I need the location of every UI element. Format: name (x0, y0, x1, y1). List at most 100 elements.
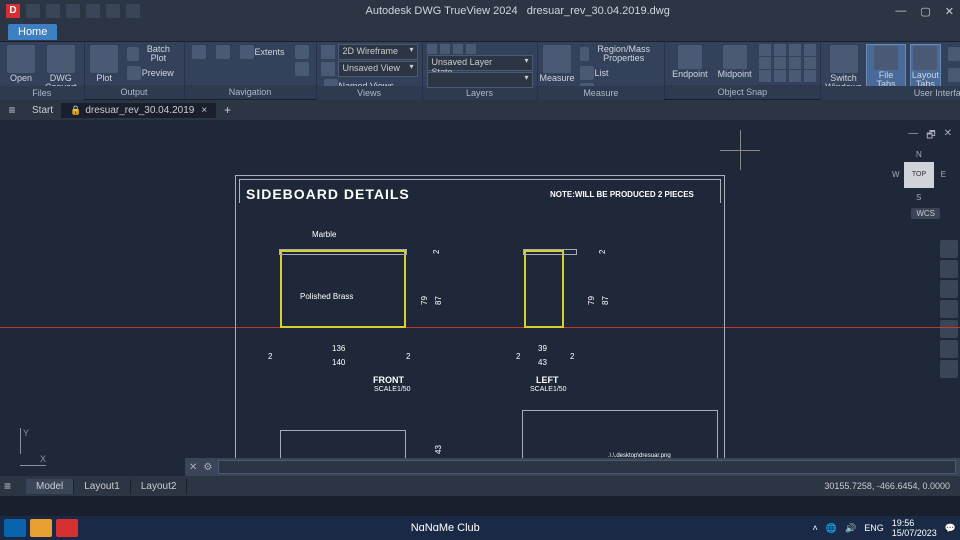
nav-tool-icon[interactable] (940, 320, 958, 338)
osnap-icon[interactable] (774, 44, 786, 56)
extents-icon (240, 45, 254, 59)
tile-h-button[interactable]: Tile Horizontally (945, 44, 960, 64)
layout-tabs-toggle[interactable]: Layout Tabs (910, 44, 942, 91)
tray-network-icon[interactable]: 🌐 (826, 523, 837, 534)
tray-clock[interactable]: 19:5615/07/2023 (892, 518, 937, 538)
qat-icon[interactable] (86, 4, 100, 18)
extents-button[interactable]: Extents (237, 44, 288, 60)
close-button[interactable]: ✕ (945, 5, 954, 18)
osnap-icon[interactable] (759, 57, 771, 69)
layout-menu-icon[interactable]: ≡ (4, 479, 20, 493)
crosshair-cursor (720, 130, 760, 170)
nav-tool-icon[interactable] (940, 360, 958, 378)
app-task-icon[interactable] (56, 519, 78, 537)
nav-small-1[interactable] (292, 44, 312, 60)
tab-layout1[interactable]: Layout1 (74, 479, 131, 494)
start-button[interactable] (4, 519, 26, 537)
ucs-icon: Y X (20, 428, 46, 466)
lock-icon: 🔒 (70, 105, 81, 116)
dim-79: 79 (587, 296, 596, 305)
saved-view-dropdown[interactable]: Unsaved View (338, 61, 418, 77)
tab-model[interactable]: Model (26, 479, 74, 494)
endpoint-button[interactable]: Endpoint (669, 44, 711, 80)
region-mass-button[interactable]: Region/Mass Properties (577, 44, 661, 64)
tray-notifications-icon[interactable]: 💬 (945, 523, 956, 534)
cmd-close-icon[interactable]: ✕ (189, 462, 197, 473)
tab-document[interactable]: 🔒dresuar_rev_30.04.2019× (62, 103, 216, 118)
preview-button[interactable]: Preview (124, 65, 180, 81)
tab-layout2[interactable]: Layout2 (131, 479, 188, 494)
orbit-icon (216, 45, 230, 59)
qat-icon[interactable] (46, 4, 60, 18)
view-style-dropdown[interactable]: 2D Wireframe (338, 44, 418, 60)
tileh-icon (948, 47, 960, 61)
tile-v-button[interactable]: Tile Vertically (945, 65, 960, 85)
osnap-icon[interactable] (789, 57, 801, 69)
command-line[interactable]: ✕ ⚙ (185, 458, 960, 476)
maximize-button[interactable]: ▢ (920, 5, 930, 18)
midpoint-button[interactable]: Midpoint (715, 44, 755, 80)
tray-volume-icon[interactable]: 🔊 (845, 523, 856, 534)
tray-chevron-icon[interactable]: ˄ (813, 523, 818, 533)
qat-icon[interactable] (106, 4, 120, 18)
open-button[interactable]: Open (4, 44, 38, 84)
nav-pan-icon[interactable] (940, 260, 958, 278)
nav-icon-1[interactable] (189, 44, 209, 60)
leader-brass: Polished Brass (300, 292, 353, 301)
open-icon (7, 45, 35, 73)
midpoint-icon (723, 45, 747, 69)
list-button[interactable]: List (577, 65, 661, 81)
qat-icon[interactable] (126, 4, 140, 18)
doc-restore-icon[interactable]: 🗗 (926, 128, 935, 145)
nav-icon-2[interactable] (213, 44, 233, 60)
panel-label: Views (317, 86, 422, 100)
batch-plot-button[interactable]: Batch Plot (124, 44, 180, 64)
qat-icon[interactable] (26, 4, 40, 18)
pan-icon (192, 45, 206, 59)
qat-icon[interactable] (66, 4, 80, 18)
file-tabs-bar: ≡ Start 🔒dresuar_rev_30.04.2019× + (0, 100, 960, 120)
tab-home[interactable]: Home (8, 24, 57, 40)
osnap-icon[interactable] (804, 44, 816, 56)
windows-taskbar: NɑNɑMe Club ˄ 🌐 🔊 ENG 19:5615/07/2023 💬 (0, 516, 960, 540)
layer-state-dropdown[interactable]: Unsaved Layer State (427, 55, 533, 71)
plot-button[interactable]: Plot (89, 44, 120, 84)
nav-orbit-icon[interactable] (940, 300, 958, 318)
command-input[interactable] (218, 460, 956, 474)
nav-tool-icon[interactable] (940, 340, 958, 358)
osnap-icon[interactable] (789, 44, 801, 56)
osnap-icon[interactable] (774, 57, 786, 69)
file-tabs-toggle[interactable]: File Tabs (866, 44, 905, 91)
minimize-button[interactable]: — (895, 5, 906, 18)
cmd-prompt-icon: ⚙ (203, 462, 212, 473)
view-cube[interactable]: NSWE TOP (894, 150, 944, 200)
nav-wheel-icon[interactable] (940, 240, 958, 258)
convert-icon (47, 45, 75, 73)
doc-close-icon[interactable]: ✕ (944, 128, 952, 145)
doc-minimize-icon[interactable]: — (908, 128, 918, 145)
osnap-icon[interactable] (759, 44, 771, 56)
tab-start[interactable]: Start (24, 103, 62, 118)
osnap-icon[interactable] (804, 57, 816, 69)
menu-bar: Home (0, 22, 960, 42)
measure-button[interactable]: Measure (542, 44, 573, 84)
osnap-icon[interactable] (789, 70, 801, 82)
window-title: Autodesk DWG TrueView 2024 dresuar_rev_3… (140, 5, 895, 17)
osnap-icon[interactable] (774, 70, 786, 82)
explorer-icon[interactable] (30, 519, 52, 537)
osnap-icon[interactable] (804, 70, 816, 82)
layer-dropdown[interactable] (427, 72, 533, 88)
tray-lang[interactable]: ENG (864, 523, 884, 533)
list-icon (580, 66, 594, 80)
file-menu-icon[interactable]: ≡ (4, 103, 20, 117)
osnap-icon[interactable] (759, 70, 771, 82)
nav-zoom-icon[interactable] (940, 280, 958, 298)
wcs-badge[interactable]: WCS (911, 208, 940, 219)
measure-icon (543, 45, 571, 73)
nav-small-2[interactable] (292, 61, 312, 77)
dim-79: 79 (420, 296, 429, 305)
close-tab-icon[interactable]: × (201, 105, 207, 116)
drawing-canvas[interactable]: — 🗗 ✕ NSWE TOP WCS SIDEBOARD DETAILS NOT… (0, 120, 960, 496)
new-tab-button[interactable]: + (216, 101, 239, 119)
endpoint-icon (678, 45, 702, 69)
